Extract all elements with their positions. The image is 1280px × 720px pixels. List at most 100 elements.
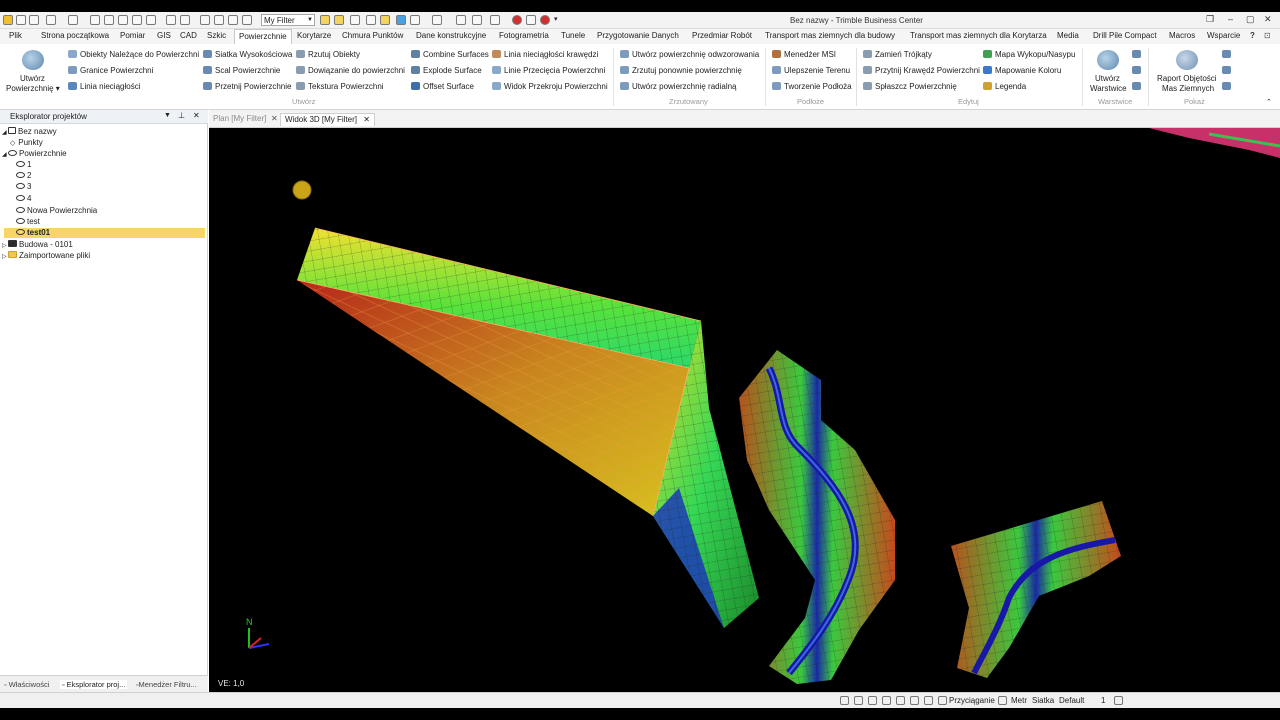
ribbon-btn-project-objects[interactable]: Rzutuj Obiekty — [296, 50, 360, 60]
ribbon-btn-legend[interactable]: Legenda — [983, 82, 1026, 92]
ribbon-btn-intersect-surfaces[interactable]: Przetnij Powierzchnie — [203, 82, 291, 92]
status-layer[interactable]: Default — [1059, 696, 1084, 705]
tab-tunele[interactable]: Tunele — [561, 31, 585, 40]
settings-icon[interactable] — [132, 15, 142, 25]
create-surface-button[interactable]: Utwórz — [20, 74, 45, 84]
status-dynamic-icon[interactable] — [938, 696, 947, 705]
surface-curved-segment[interactable] — [951, 501, 1121, 678]
status-zoom-icon[interactable] — [868, 696, 877, 705]
line-tool-icon[interactable] — [456, 15, 466, 25]
app-icon[interactable] — [3, 15, 13, 25]
tab-pomiar[interactable]: Pomiar — [120, 31, 145, 40]
earthwork-report-button[interactable]: Raport Objętości — [1157, 74, 1217, 84]
tree-item-nowa-powierzchnia[interactable]: Nowa Powierzchnia — [16, 206, 97, 216]
tree-item-surface-2[interactable]: 2 — [16, 171, 31, 181]
ribbon-btn-msi-manager[interactable]: Menedżer MSI — [772, 50, 836, 60]
surface-offscreen-edge[interactable] — [1149, 128, 1280, 158]
arrow-tool-icon[interactable] — [490, 15, 500, 25]
ribbon-btn-cut-fill-map[interactable]: Mapa Wykopu/Nasypu — [983, 50, 1075, 60]
tree-item-zaimportowane-pliki[interactable]: ▷ Zaimportowane pliki — [2, 251, 90, 262]
tab-cad[interactable]: CAD — [180, 31, 197, 40]
snap-icon[interactable] — [432, 15, 442, 25]
undo-icon[interactable] — [16, 15, 26, 25]
new-project-icon[interactable] — [46, 15, 56, 25]
tree-item-powierzchnie[interactable]: ◢ Powierzchnie — [2, 149, 67, 160]
status-unit[interactable]: Metr — [1011, 696, 1027, 705]
show-option-3-icon[interactable] — [1222, 82, 1234, 92]
status-select-icon[interactable] — [882, 696, 891, 705]
create-surface-button-label2[interactable]: Powierzchnię ▾ — [6, 84, 60, 94]
status-command-icon[interactable] — [840, 696, 849, 705]
earthwork-report-button-label2[interactable]: Mas Ziemnych — [1162, 84, 1214, 94]
stop-icon[interactable] — [540, 15, 550, 25]
ribbon-btn-swap-triangles[interactable]: Zamień Trójkąty — [863, 50, 932, 60]
3d-viewport[interactable]: N VE: 1,0 — [209, 128, 1280, 692]
doc-tab-3d-view[interactable]: Widok 3D [My Filter] ✕ — [280, 113, 375, 126]
tab-properties[interactable]: ▫ Właściwości — [4, 680, 49, 689]
tree-item-test01[interactable]: test01 — [16, 228, 50, 238]
tab-korytarze[interactable]: Korytarze — [297, 31, 331, 40]
status-polar-icon[interactable] — [924, 696, 933, 705]
status-snap[interactable]: Przyciąganie — [949, 696, 995, 705]
tab-powierzchnie[interactable]: Powierzchnie — [234, 29, 292, 44]
refresh-icon[interactable] — [68, 15, 78, 25]
ribbon-btn-elevation-grid[interactable]: Siatka Wysokościowa — [203, 50, 292, 60]
polyline-tool-icon[interactable] — [472, 15, 482, 25]
layer-icon[interactable] — [380, 15, 390, 25]
ribbon-btn-explode-surface[interactable]: Explode Surface — [411, 66, 482, 76]
tab-przedmiar-robot[interactable]: Przedmiar Robót — [692, 31, 752, 40]
tree-item-bez-nazwy[interactable]: ◢ Bez nazwy — [2, 127, 57, 138]
tree-item-punkty[interactable]: ◇ Punkty — [10, 138, 43, 149]
ribbon-btn-offset-surface[interactable]: Offset Surface — [411, 82, 474, 92]
pin-icon[interactable]: ⊥ — [178, 111, 185, 120]
tab-project-explorer[interactable]: ▫ Eksplorator proj... — [60, 680, 128, 689]
view-sheet-icon[interactable] — [228, 15, 238, 25]
cube-icon[interactable] — [366, 15, 376, 25]
ribbon-btn-radial-surface[interactable]: Utwórz powierzchnię radialną — [620, 82, 737, 92]
ribbon-btn-merge-surfaces[interactable]: Scal Powierzchnie — [203, 66, 280, 76]
tab-strona-poczatkowa[interactable]: Strona początkowa — [41, 31, 109, 40]
contour-option-3-icon[interactable] — [1132, 82, 1144, 92]
ribbon-btn-terrain-improvement[interactable]: Ulepszenie Terenu — [772, 66, 850, 76]
minimize-icon[interactable]: – — [1228, 14, 1233, 24]
tab-chmura-punktow[interactable]: Chmura Punktów — [342, 31, 403, 40]
tree-item-budowa[interactable]: ▷ Budowa - 0101 — [2, 240, 73, 251]
qat-more-icon[interactable]: ▾ — [554, 15, 564, 25]
tab-fotogrametria[interactable]: Fotogrametria — [499, 31, 549, 40]
3d-scene[interactable]: N — [209, 128, 1280, 692]
ribbon-btn-combine-surfaces[interactable]: Combine Surfaces — [411, 50, 489, 60]
ribbon-btn-trim-surface-edge[interactable]: Przytnij Krawędź Powierzchni — [863, 66, 980, 76]
status-snap-grid-icon[interactable] — [896, 696, 905, 705]
tree-item-surface-3[interactable]: 3 — [16, 182, 31, 192]
redo-icon[interactable] — [29, 15, 39, 25]
tab-przygotowanie-danych[interactable]: Przygotowanie Danych — [597, 31, 679, 40]
tab-transport-korytarza[interactable]: Transport mas ziemnych dla Korytarza — [910, 31, 1047, 40]
tab-wsparcie[interactable]: Wsparcie — [1207, 31, 1240, 40]
tab-dane-konstrukcyjne[interactable]: Dane konstrukcyjne — [416, 31, 486, 40]
ribbon-btn-breakline[interactable]: Linia nieciągłości — [68, 82, 140, 92]
tab-macros[interactable]: Macros — [1169, 31, 1195, 40]
ribbon-btn-reproject-surface[interactable]: Zrzutuj ponownie powierzchnię — [620, 66, 742, 76]
ribbon-btn-subgrade-creation[interactable]: Tworzenie Podłoża — [772, 82, 852, 92]
save-icon[interactable] — [118, 15, 128, 25]
pause-icon[interactable] — [526, 15, 536, 25]
contour-option-1-icon[interactable] — [1132, 50, 1144, 60]
pan-icon[interactable] — [350, 15, 360, 25]
tab-szkic[interactable]: Szkic — [207, 31, 226, 40]
ribbon-btn-surface-members[interactable]: Obiekty Należące do Powierzchni — [68, 50, 199, 60]
zoom-extents-icon[interactable] — [166, 15, 176, 25]
restore-down-icon[interactable]: ❐ — [1206, 14, 1214, 25]
select-filter-icon[interactable] — [334, 15, 344, 25]
view-profile-icon[interactable] — [242, 15, 252, 25]
select-icon[interactable] — [320, 15, 330, 25]
status-ortho-icon[interactable] — [910, 696, 919, 705]
status-unit-icon[interactable] — [998, 696, 1007, 705]
tree-item-test[interactable]: test — [16, 217, 40, 227]
tab-transport-budowy[interactable]: Transport mas ziemnych dla budowy — [765, 31, 895, 40]
globe-icon[interactable] — [396, 15, 406, 25]
view-filter-select[interactable]: My Filter ▼ — [261, 14, 315, 26]
surface-large-slope[interactable] — [296, 227, 759, 628]
ribbon-btn-surface-boundary[interactable]: Granice Powierzchni — [68, 66, 153, 76]
tab-gis[interactable]: GIS — [157, 31, 171, 40]
ribbon-btn-surface-texture[interactable]: Tekstura Powierzchni — [296, 82, 384, 92]
